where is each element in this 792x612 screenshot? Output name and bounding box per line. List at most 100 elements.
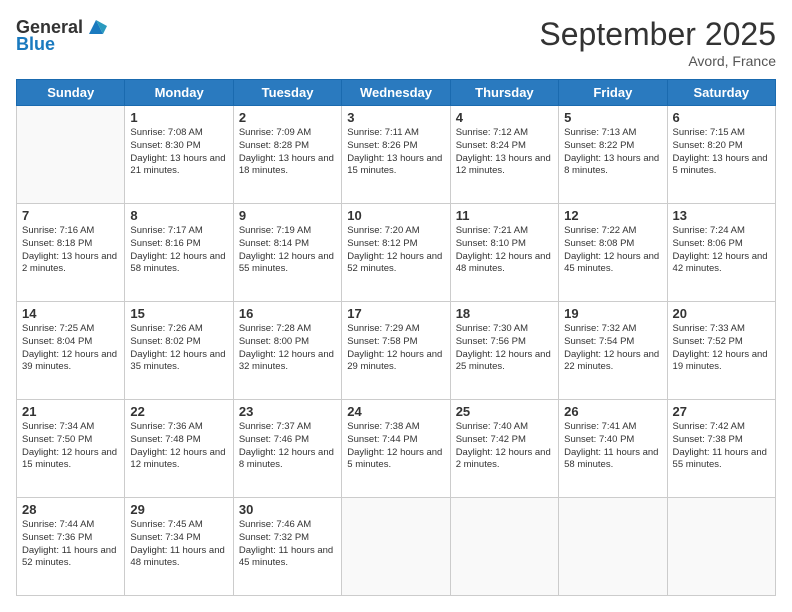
cell-date: 20 (673, 306, 770, 321)
calendar-cell: 18 Sunrise: 7:30 AM Sunset: 7:56 PM Dayli… (450, 302, 558, 400)
calendar-cell: 10Sunrise: 7:20 AM Sunset: 8:12 PM Dayli… (342, 204, 450, 302)
calendar-cell: 4 Sunrise: 7:12 AM Sunset: 8:24 PM Daylig… (450, 106, 558, 204)
cell-date: 17 (347, 306, 444, 321)
cell-date: 27 (673, 404, 770, 419)
calendar-cell: 11 Sunrise: 7:21 AM Sunset: 8:10 PM Dayli… (450, 204, 558, 302)
cell-info: Sunrise: 7:17 AM Sunset: 8:16 PM Dayligh… (130, 225, 227, 276)
cell-info: Sunrise: 7:33 AM Sunset: 7:52 PM Dayligh… (673, 323, 770, 374)
day-header-friday: Friday (559, 80, 667, 106)
cell-info: Sunrise: 7:15 AM Sunset: 8:20 PM Dayligh… (673, 127, 770, 178)
cell-info: Sunrise: 7:37 AM Sunset: 7:46 PM Dayligh… (239, 421, 336, 472)
cell-info: Sunrise: 7:38 AM Sunset: 7:44 PM Dayligh… (347, 421, 444, 472)
calendar-cell: 7 Sunrise: 7:16 AM Sunset: 8:18 PM Daylig… (17, 204, 125, 302)
calendar-cell: 27 Sunrise: 7:42 AM Sunset: 7:38 PM Dayli… (667, 400, 775, 498)
day-header-saturday: Saturday (667, 80, 775, 106)
calendar-cell: 24 Sunrise: 7:38 AM Sunset: 7:44 PM Dayli… (342, 400, 450, 498)
cell-info: Sunrise: 7:34 AM Sunset: 7:50 PM Dayligh… (22, 421, 119, 472)
calendar-cell: 2 Sunrise: 7:09 AM Sunset: 8:28 PM Daylig… (233, 106, 341, 204)
cell-date: 1 (130, 110, 227, 125)
cell-date: 6 (673, 110, 770, 125)
calendar-cell: 22Sunrise: 7:36 AM Sunset: 7:48 PM Dayli… (125, 400, 233, 498)
cell-date: 16 (239, 306, 336, 321)
cell-info: Sunrise: 7:11 AM Sunset: 8:26 PM Dayligh… (347, 127, 444, 178)
cell-info: Sunrise: 7:21 AM Sunset: 8:10 PM Dayligh… (456, 225, 553, 276)
day-header-thursday: Thursday (450, 80, 558, 106)
cell-info: Sunrise: 7:41 AM Sunset: 7:40 PM Dayligh… (564, 421, 661, 472)
calendar-cell: 29 Sunrise: 7:45 AM Sunset: 7:34 PM Dayli… (125, 498, 233, 596)
calendar-cell: 5 Sunrise: 7:13 AM Sunset: 8:22 PM Daylig… (559, 106, 667, 204)
calendar-cell (17, 106, 125, 204)
cell-date: 25 (456, 404, 553, 419)
cell-info: Sunrise: 7:28 AM Sunset: 8:00 PM Dayligh… (239, 323, 336, 374)
cell-info: Sunrise: 7:40 AM Sunset: 7:42 PM Dayligh… (456, 421, 553, 472)
calendar-cell (450, 498, 558, 596)
calendar-cell: 8 Sunrise: 7:17 AM Sunset: 8:16 PM Daylig… (125, 204, 233, 302)
cell-info: Sunrise: 7:46 AM Sunset: 7:32 PM Dayligh… (239, 519, 336, 570)
calendar-cell: 20 Sunrise: 7:33 AM Sunset: 7:52 PM Dayli… (667, 302, 775, 400)
calendar-cell (559, 498, 667, 596)
cell-info: Sunrise: 7:16 AM Sunset: 8:18 PM Dayligh… (22, 225, 119, 276)
cell-info: Sunrise: 7:25 AM Sunset: 8:04 PM Dayligh… (22, 323, 119, 374)
calendar-cell (667, 498, 775, 596)
cell-info: Sunrise: 7:24 AM Sunset: 8:06 PM Dayligh… (673, 225, 770, 276)
calendar-cell: 12Sunrise: 7:22 AM Sunset: 8:08 PM Dayli… (559, 204, 667, 302)
cell-date: 23 (239, 404, 336, 419)
cell-info: Sunrise: 7:45 AM Sunset: 7:34 PM Dayligh… (130, 519, 227, 570)
calendar-cell: 9Sunrise: 7:19 AM Sunset: 8:14 PM Daylig… (233, 204, 341, 302)
day-header-wednesday: Wednesday (342, 80, 450, 106)
calendar-cell: 1 Sunrise: 7:08 AM Sunset: 8:30 PM Daylig… (125, 106, 233, 204)
cell-date: 8 (130, 208, 227, 223)
cell-date: 7 (22, 208, 119, 223)
cell-date: 3 (347, 110, 444, 125)
calendar-table: SundayMondayTuesdayWednesdayThursdayFrid… (16, 79, 776, 596)
logo-icon (85, 16, 107, 38)
calendar-cell (342, 498, 450, 596)
cell-info: Sunrise: 7:42 AM Sunset: 7:38 PM Dayligh… (673, 421, 770, 472)
calendar-cell: 13 Sunrise: 7:24 AM Sunset: 8:06 PM Dayli… (667, 204, 775, 302)
calendar-cell: 15 Sunrise: 7:26 AM Sunset: 8:02 PM Dayli… (125, 302, 233, 400)
calendar-cell: 28Sunrise: 7:44 AM Sunset: 7:36 PM Dayli… (17, 498, 125, 596)
cell-info: Sunrise: 7:08 AM Sunset: 8:30 PM Dayligh… (130, 127, 227, 178)
cell-info: Sunrise: 7:26 AM Sunset: 8:02 PM Dayligh… (130, 323, 227, 374)
day-header-sunday: Sunday (17, 80, 125, 106)
cell-date: 19 (564, 306, 661, 321)
calendar-cell: 3 Sunrise: 7:11 AM Sunset: 8:26 PM Daylig… (342, 106, 450, 204)
cell-date: 11 (456, 208, 553, 223)
header: General Blue September 2025 Avord, Franc… (16, 16, 776, 69)
cell-info: Sunrise: 7:19 AM Sunset: 8:14 PM Dayligh… (239, 225, 336, 276)
title-block: September 2025 Avord, France (539, 16, 776, 69)
cell-date: 30 (239, 502, 336, 517)
cell-date: 24 (347, 404, 444, 419)
cell-date: 29 (130, 502, 227, 517)
cell-date: 13 (673, 208, 770, 223)
cell-date: 15 (130, 306, 227, 321)
cell-date: 28 (22, 502, 119, 517)
cell-info: Sunrise: 7:32 AM Sunset: 7:54 PM Dayligh… (564, 323, 661, 374)
calendar-cell: 16 Sunrise: 7:28 AM Sunset: 8:00 PM Dayli… (233, 302, 341, 400)
cell-info: Sunrise: 7:20 AM Sunset: 8:12 PM Dayligh… (347, 225, 444, 276)
cell-date: 12 (564, 208, 661, 223)
location: Avord, France (539, 53, 776, 69)
cell-date: 22 (130, 404, 227, 419)
day-header-tuesday: Tuesday (233, 80, 341, 106)
cell-date: 21 (22, 404, 119, 419)
cell-date: 5 (564, 110, 661, 125)
calendar-cell: 14 Sunrise: 7:25 AM Sunset: 8:04 PM Dayli… (17, 302, 125, 400)
calendar-cell: 26 Sunrise: 7:41 AM Sunset: 7:40 PM Dayli… (559, 400, 667, 498)
cell-info: Sunrise: 7:12 AM Sunset: 8:24 PM Dayligh… (456, 127, 553, 178)
calendar-cell: 19 Sunrise: 7:32 AM Sunset: 7:54 PM Dayli… (559, 302, 667, 400)
cell-info: Sunrise: 7:09 AM Sunset: 8:28 PM Dayligh… (239, 127, 336, 178)
calendar-cell: 21 Sunrise: 7:34 AM Sunset: 7:50 PM Dayli… (17, 400, 125, 498)
cell-date: 2 (239, 110, 336, 125)
cell-date: 14 (22, 306, 119, 321)
cell-info: Sunrise: 7:13 AM Sunset: 8:22 PM Dayligh… (564, 127, 661, 178)
cell-info: Sunrise: 7:30 AM Sunset: 7:56 PM Dayligh… (456, 323, 553, 374)
month-title: September 2025 (539, 16, 776, 53)
cell-date: 4 (456, 110, 553, 125)
day-header-monday: Monday (125, 80, 233, 106)
cell-info: Sunrise: 7:29 AM Sunset: 7:58 PM Dayligh… (347, 323, 444, 374)
cell-date: 26 (564, 404, 661, 419)
calendar-cell: 30 Sunrise: 7:46 AM Sunset: 7:32 PM Dayli… (233, 498, 341, 596)
cell-date: 18 (456, 306, 553, 321)
page: General Blue September 2025 Avord, Franc… (0, 0, 792, 612)
